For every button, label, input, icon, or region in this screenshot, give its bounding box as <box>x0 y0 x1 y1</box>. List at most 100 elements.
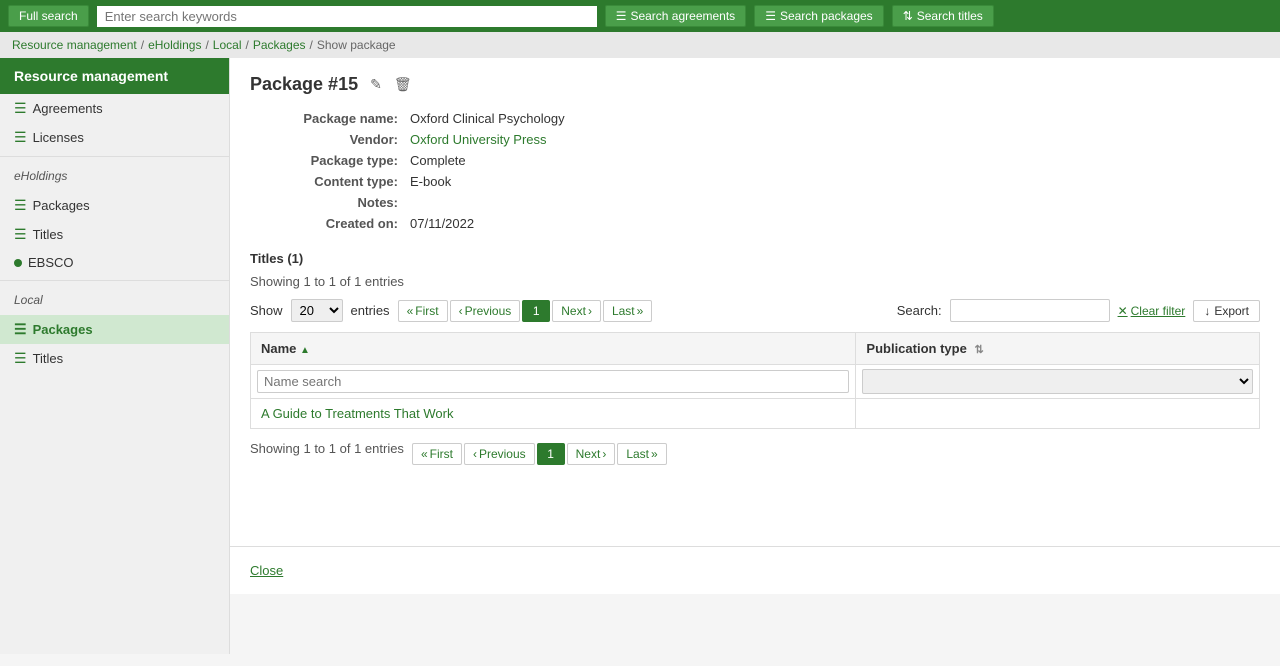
titles-icon: ⇅ <box>903 9 913 23</box>
titles-section: Titles (1) Showing 1 to 1 of 1 entries S… <box>250 251 1260 466</box>
main-layout: Resource management ☰ Agreements ☰ Licen… <box>0 58 1280 654</box>
dot-icon <box>14 259 22 267</box>
breadcrumb-local[interactable]: Local <box>213 38 242 52</box>
details-row-name: Package name: Oxford Clinical Psychology <box>250 111 1260 126</box>
pagination-bottom: « First ‹ Previous 1 Next › <box>412 443 667 465</box>
search-input[interactable] <box>950 299 1110 322</box>
details-row-content: Content type: E-book <box>250 174 1260 189</box>
breadcrumb-current: Show package <box>317 38 396 52</box>
breadcrumb-packages[interactable]: Packages <box>253 38 306 52</box>
showing-text-top: Showing 1 to 1 of 1 entries <box>250 274 1260 289</box>
next-icon-bottom: › <box>602 447 606 461</box>
sidebar-item-eholdings-titles[interactable]: ☰ Titles <box>0 220 229 249</box>
first-icon: « <box>407 304 414 318</box>
details-row-notes: Notes: <box>250 195 1260 210</box>
search-area: Search: ✕ Clear filter ↓ Export <box>897 299 1260 322</box>
titles-header: Titles (1) <box>250 251 1260 266</box>
sidebar-item-local-packages[interactable]: ☰ Packages <box>0 315 229 344</box>
title-name-cell: A Guide to Treatments That Work <box>251 399 856 429</box>
table-header-row: Name Publication type ⇅ <box>251 333 1260 365</box>
x-icon: ✕ <box>1118 304 1128 318</box>
last-icon-bottom: » <box>651 447 658 461</box>
global-search-input[interactable] <box>97 6 597 27</box>
breadcrumb-resource-management[interactable]: Resource management <box>12 38 137 52</box>
breadcrumb: Resource management / eHoldings / Local … <box>0 32 1280 58</box>
close-button[interactable]: Close <box>250 563 283 578</box>
list-icon: ☰ <box>14 350 27 367</box>
page-title: Package #15 ✎ 🗑 <box>250 74 1260 95</box>
clear-filter-button[interactable]: ✕ Clear filter <box>1118 304 1186 318</box>
list-icon: ☰ <box>14 197 27 214</box>
search-agreements-button[interactable]: ☰ Search agreements <box>605 5 747 27</box>
sort-icon-pubtype: ⇅ <box>974 344 983 356</box>
packages-icon: ☰ <box>765 9 776 23</box>
next-page-button-bottom[interactable]: Next › <box>567 443 616 465</box>
page-title-icons: ✎ 🗑 <box>366 74 416 95</box>
export-button[interactable]: ↓ Export <box>1193 300 1260 322</box>
prev-icon: ‹ <box>459 304 463 318</box>
entries-per-page-select[interactable]: 20 10 50 100 <box>291 299 343 322</box>
last-page-button-top[interactable]: Last » <box>603 300 652 322</box>
search-titles-button[interactable]: ⇅ Search titles <box>892 5 994 27</box>
details-row-created: Created on: 07/11/2022 <box>250 216 1260 231</box>
global-search-button[interactable]: Full search <box>8 5 89 27</box>
sidebar-divider-1 <box>0 156 229 157</box>
first-icon-bottom: « <box>421 447 428 461</box>
current-page-bottom: 1 <box>537 443 565 465</box>
current-page-top: 1 <box>522 300 550 322</box>
first-page-button-top[interactable]: « First <box>398 300 448 322</box>
footer <box>230 594 1280 654</box>
col-header-name[interactable]: Name <box>251 333 856 365</box>
pubtype-filter-select[interactable] <box>862 369 1253 394</box>
sidebar-item-local-titles[interactable]: ☰ Titles <box>0 344 229 373</box>
filter-cell-name <box>251 365 856 399</box>
name-filter-input[interactable] <box>257 370 849 393</box>
edit-button[interactable]: ✎ <box>366 74 386 95</box>
showing-text-bottom: Showing 1 to 1 of 1 entries <box>250 441 404 456</box>
table-controls-top: Show 20 10 50 100 entries « First <box>250 299 1260 322</box>
breadcrumb-eholdings[interactable]: eHoldings <box>148 38 201 52</box>
sidebar-item-ebsco[interactable]: EBSCO <box>0 249 229 276</box>
close-area: Close <box>230 546 1280 594</box>
titles-table: Name Publication type ⇅ <box>250 332 1260 429</box>
list-icon: ☰ <box>14 100 27 117</box>
list-icon: ☰ <box>14 321 27 338</box>
sidebar-section-local: Local <box>0 285 229 315</box>
search-packages-button[interactable]: ☰ Search packages <box>754 5 884 27</box>
details-row-vendor: Vendor: Oxford University Press <box>250 132 1260 147</box>
list-icon: ☰ <box>14 129 27 146</box>
sidebar-item-licenses[interactable]: ☰ Licenses <box>0 123 229 152</box>
table-row: A Guide to Treatments That Work <box>251 399 1260 429</box>
prev-icon-bottom: ‹ <box>473 447 477 461</box>
export-icon: ↓ <box>1204 304 1210 318</box>
filter-cell-pubtype <box>856 365 1260 399</box>
delete-button[interactable]: 🗑 <box>390 74 416 95</box>
last-page-button-bottom[interactable]: Last » <box>617 443 666 465</box>
col-header-pubtype[interactable]: Publication type ⇅ <box>856 333 1260 365</box>
table-filter-row <box>251 365 1260 399</box>
list-icon: ☰ <box>14 226 27 243</box>
sidebar-item-agreements[interactable]: ☰ Agreements <box>0 94 229 123</box>
agreements-icon: ☰ <box>616 9 627 23</box>
titles-table-body: A Guide to Treatments That Work <box>251 399 1260 429</box>
vendor-link[interactable]: Oxford University Press <box>410 132 547 147</box>
sidebar-divider-2 <box>0 280 229 281</box>
sidebar-section-eholdings: eHoldings <box>0 161 229 191</box>
sidebar: Resource management ☰ Agreements ☰ Licen… <box>0 58 230 654</box>
sidebar-title: Resource management <box>0 58 229 94</box>
table-controls-bottom: Showing 1 to 1 of 1 entries « First ‹ Pr… <box>250 441 1260 466</box>
last-icon: » <box>637 304 644 318</box>
top-bar: Full search ☰ Search agreements ☰ Search… <box>0 0 1280 32</box>
next-icon: › <box>588 304 592 318</box>
prev-page-button-bottom[interactable]: ‹ Previous <box>464 443 535 465</box>
prev-page-button-top[interactable]: ‹ Previous <box>450 300 521 322</box>
first-page-button-bottom[interactable]: « First <box>412 443 462 465</box>
title-pubtype-cell <box>856 399 1260 429</box>
sidebar-item-eholdings-packages[interactable]: ☰ Packages <box>0 191 229 220</box>
pagination-top: « First ‹ Previous 1 Next › <box>398 300 653 322</box>
title-link[interactable]: A Guide to Treatments That Work <box>261 406 453 421</box>
package-details: Package name: Oxford Clinical Psychology… <box>250 111 1260 231</box>
details-row-type: Package type: Complete <box>250 153 1260 168</box>
next-page-button-top[interactable]: Next › <box>552 300 601 322</box>
main-content: Package #15 ✎ 🗑 Package name: Oxford Cli… <box>230 58 1280 546</box>
